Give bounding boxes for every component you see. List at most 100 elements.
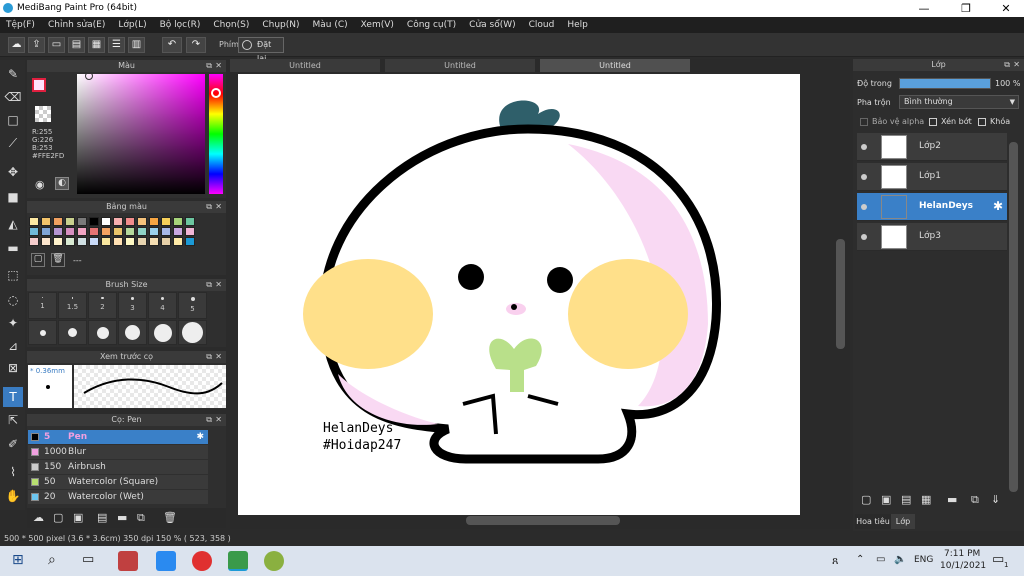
maximize-button[interactable]: ❐: [946, 0, 986, 17]
layer-row[interactable]: HelanDeys ✱: [857, 193, 1007, 221]
menu-filter[interactable]: Bộ lọc(R): [160, 20, 201, 30]
new-halftone-layer-icon[interactable]: ▣: [881, 493, 891, 506]
opacity-slider[interactable]: [899, 78, 991, 89]
trash-icon[interactable]: 🗑: [163, 511, 177, 524]
lock-checkbox[interactable]: [978, 118, 986, 126]
saturation-value-picker[interactable]: [77, 72, 205, 194]
brush-size-option[interactable]: [58, 320, 87, 345]
menu-view[interactable]: Xem(V): [361, 20, 394, 30]
brush-size-option[interactable]: 2: [88, 292, 117, 319]
opera-icon[interactable]: [192, 551, 212, 571]
color-swatch[interactable]: [161, 217, 171, 226]
color-swatch[interactable]: [89, 227, 99, 236]
task-view-icon[interactable]: ▭: [82, 552, 94, 567]
popout-icon[interactable]: ⧉: [206, 279, 212, 291]
color-swatch[interactable]: [173, 217, 183, 226]
brush-settings-icon[interactable]: ▤: [97, 511, 107, 524]
brush-size-option[interactable]: 5: [178, 292, 207, 319]
color-swatch[interactable]: [113, 217, 123, 226]
menu-select[interactable]: Chọn(S): [213, 20, 249, 30]
brush-size-option[interactable]: 3: [118, 292, 147, 319]
brush-size-option[interactable]: [178, 320, 207, 345]
popout-icon[interactable]: ⧉: [206, 60, 212, 72]
bucket-tool-icon[interactable]: ◭: [3, 214, 23, 234]
dropper-tool-icon[interactable]: ✐: [3, 434, 23, 454]
delete-swatch-icon[interactable]: 🗑: [51, 253, 65, 267]
add-brush-icon[interactable]: ▣: [73, 511, 83, 524]
list-icon[interactable]: ☰: [108, 37, 125, 53]
popout-icon[interactable]: ⧉: [206, 351, 212, 363]
menu-snap[interactable]: Chụp(N): [262, 20, 299, 30]
brush-size-option[interactable]: 1: [28, 292, 57, 319]
menu-cloud[interactable]: Cloud: [529, 20, 555, 30]
color-cursor[interactable]: [85, 72, 93, 80]
menu-window[interactable]: Cửa sổ(W): [469, 20, 515, 30]
color-swatch[interactable]: [53, 217, 63, 226]
magic-wand-tool-icon[interactable]: ✦: [3, 313, 23, 333]
color-swatch[interactable]: [173, 237, 183, 246]
duplicate-layer-icon[interactable]: ⧉: [971, 493, 979, 507]
hand-tool-icon[interactable]: ✋: [3, 486, 23, 506]
zalo-icon[interactable]: [156, 551, 176, 571]
select-pen-tool-icon[interactable]: ⊿: [3, 336, 23, 356]
upload-icon[interactable]: ⇪: [28, 37, 45, 53]
menu-color[interactable]: Màu (C): [313, 20, 348, 30]
brush-list-item[interactable]: 1000 Blur: [28, 445, 208, 459]
color-swatch[interactable]: [89, 217, 99, 226]
layer-scrollbar[interactable]: [1009, 142, 1018, 492]
layer-row[interactable]: Lớp2: [857, 133, 1007, 161]
color-swatch[interactable]: [77, 217, 87, 226]
close-button[interactable]: ✕: [986, 0, 1024, 17]
close-icon[interactable]: ✕: [1013, 59, 1020, 71]
folder-icon[interactable]: ▬: [117, 511, 127, 524]
color-swatch[interactable]: [101, 227, 111, 236]
gear-icon[interactable]: ✱: [196, 430, 204, 444]
color-swatch[interactable]: [29, 227, 39, 236]
brush-list-item[interactable]: 50 Watercolor (Square): [28, 475, 208, 489]
color-swatch[interactable]: [137, 217, 147, 226]
cloud-brush-icon[interactable]: ☁: [33, 511, 44, 524]
menu-layer[interactable]: Lớp(L): [118, 20, 146, 30]
color-swatch[interactable]: [41, 227, 51, 236]
eye-icon[interactable]: [861, 174, 867, 180]
menu-tools[interactable]: Công cụ(T): [407, 20, 456, 30]
color-swatch[interactable]: [185, 237, 195, 246]
color-swatch[interactable]: [185, 217, 195, 226]
menu-help[interactable]: Help: [567, 20, 588, 30]
vertical-scrollbar[interactable]: [836, 239, 845, 349]
shape-tool-icon[interactable]: □: [3, 110, 23, 130]
notification-icon[interactable]: ▭: [992, 552, 1004, 567]
color-swatch[interactable]: [149, 217, 159, 226]
doc-icon[interactable]: ▦: [88, 37, 105, 53]
duplicate-icon[interactable]: ⧉: [137, 511, 145, 525]
close-icon[interactable]: ✕: [215, 60, 222, 72]
hue-slider[interactable]: [209, 74, 223, 194]
folder-icon[interactable]: ▬: [947, 493, 957, 506]
color-swatch[interactable]: [77, 227, 87, 236]
close-icon[interactable]: ✕: [215, 351, 222, 363]
clock-date[interactable]: 10/1/2021: [940, 561, 986, 571]
eyedropper-tool-icon[interactable]: ⌇: [3, 462, 23, 482]
color-swatch[interactable]: [101, 237, 111, 246]
hue-handle[interactable]: [211, 88, 221, 98]
close-icon[interactable]: ✕: [215, 414, 222, 426]
popout-icon[interactable]: ⧉: [206, 201, 212, 213]
fill-rect-tool-icon[interactable]: ■: [3, 187, 23, 207]
popout-icon[interactable]: ⧉: [1004, 59, 1010, 71]
color-swatch[interactable]: [161, 227, 171, 236]
brush-list-item[interactable]: 150 Airbrush: [28, 460, 208, 474]
primary-color-swatch[interactable]: [32, 78, 46, 92]
select-rect-tool-icon[interactable]: ⬚: [3, 265, 23, 285]
add-layer-menu-icon[interactable]: ▦: [921, 493, 931, 506]
comment-icon[interactable]: ▭: [48, 37, 65, 53]
color-swatch[interactable]: [77, 237, 87, 246]
picker-icon[interactable]: ◐: [55, 177, 69, 190]
horizontal-scrollbar[interactable]: [466, 516, 620, 525]
color-swatch[interactable]: [185, 227, 195, 236]
gear-icon[interactable]: ✱: [993, 199, 1003, 213]
menu-file[interactable]: Tệp(F): [6, 20, 35, 30]
merge-layer-icon[interactable]: ⇓: [991, 493, 1000, 506]
people-icon[interactable]: ጸ: [832, 554, 838, 568]
color-swatch[interactable]: [41, 217, 51, 226]
color-swatch[interactable]: [65, 217, 75, 226]
